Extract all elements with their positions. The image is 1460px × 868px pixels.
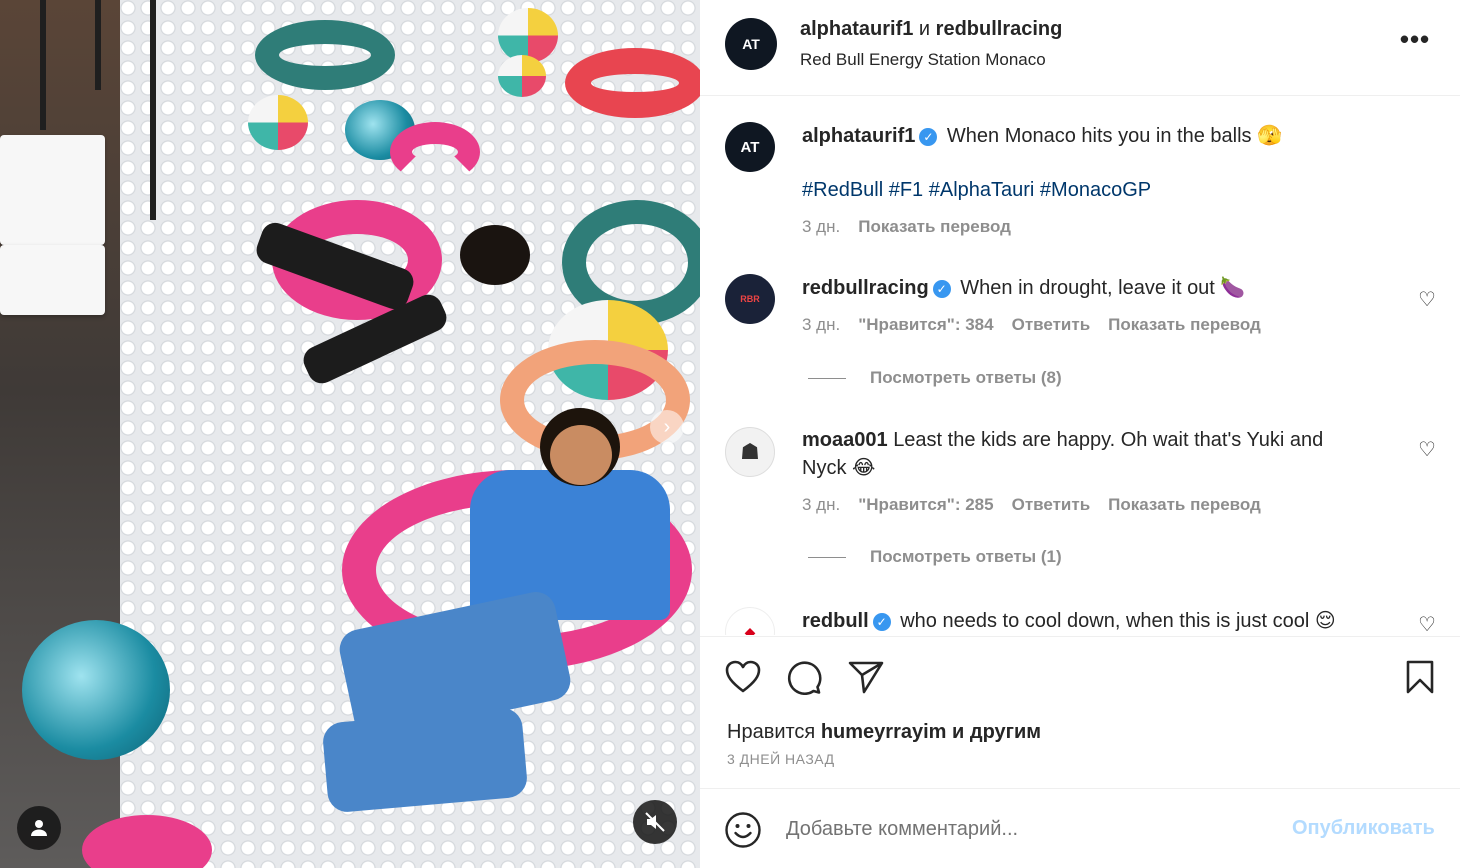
comment-likes[interactable]: "Нравится": 285	[858, 495, 993, 515]
comment-username[interactable]: redbull	[802, 610, 869, 632]
post-authors: alphataurif1 и redbullracing	[800, 18, 1062, 41]
coauthor-username[interactable]: redbullracing	[936, 18, 1063, 40]
user-avatar-icon: ☗	[740, 439, 760, 464]
comments-list[interactable]: AT alphataurif1 ✓ When Monaco hits you in…	[700, 97, 1460, 635]
comment-age[interactable]: 3 дн.	[802, 495, 840, 515]
comment-age[interactable]: 3 дн.	[802, 315, 840, 335]
glitter-ball	[22, 620, 170, 760]
bookmark-icon	[1406, 660, 1434, 694]
caption-username[interactable]: alphataurif1	[802, 125, 915, 147]
red-float-ring	[565, 48, 700, 118]
show-translation-link[interactable]: Показать перевод	[1108, 495, 1261, 515]
view-replies-button[interactable]: Посмотреть ответы (1)	[808, 547, 1062, 567]
authors-conjunction: и	[918, 18, 931, 40]
post-header: AT alphataurif1 и redbullracing Red Bull…	[700, 0, 1460, 96]
emoji-button[interactable]	[724, 811, 762, 849]
replies-divider	[808, 377, 846, 379]
teal-float-ring	[255, 20, 395, 90]
railing	[95, 0, 101, 90]
more-options-button[interactable]: •••	[1390, 24, 1440, 64]
deck-cushion	[0, 135, 105, 245]
likes-username[interactable]: humeyrrayim	[821, 721, 947, 743]
comment-icon	[787, 661, 822, 695]
verified-badge-icon: ✓	[919, 128, 938, 146]
comment-username[interactable]: redbullracing	[802, 277, 929, 299]
comment-text: moaa001 Least the kids are happy. Oh wai…	[802, 426, 1362, 482]
heart-icon[interactable]: ♡	[1418, 287, 1436, 312]
avatar[interactable]: RBR	[725, 274, 775, 324]
mute-button[interactable]	[633, 800, 677, 844]
heart-icon[interactable]: ♡	[1418, 612, 1436, 635]
likes-others-link[interactable]: и другим	[952, 721, 1041, 743]
heart-icon	[725, 660, 761, 693]
post-date[interactable]: 3 ДНЕЙ НАЗАД	[727, 751, 835, 767]
comment-text: redbull ✓ who needs to cool down, when th…	[802, 607, 1382, 635]
comment-meta: 3 дн. "Нравится": 384 Ответить Показать …	[802, 315, 1261, 335]
person-face	[550, 425, 612, 485]
verified-badge-icon: ✓	[932, 280, 951, 298]
alphatauri-logo: AT	[740, 138, 760, 156]
collab-avatar[interactable]: AT	[725, 18, 777, 70]
reply-button[interactable]: Ответить	[1012, 315, 1091, 335]
post-panel: AT alphataurif1 и redbullracing Red Bull…	[700, 0, 1460, 868]
comment-meta: 3 дн. "Нравится": 285 Ответить Показать …	[802, 495, 1261, 515]
redbull-logo: ◆	[744, 623, 756, 636]
location-link[interactable]: Red Bull Energy Station Monaco	[800, 50, 1046, 70]
caption-hashtags[interactable]: #RedBull #F1 #AlphaTauri #MonacoGP	[802, 179, 1151, 202]
post-media[interactable]: ›	[0, 0, 700, 868]
heart-icon[interactable]: ♡	[1418, 437, 1436, 462]
redbullracing-logo: RBR	[740, 294, 760, 304]
person-legs	[321, 706, 529, 814]
post-actions: Нравится humeyrrayim и другим 3 ДНЕЙ НАЗ…	[700, 636, 1460, 786]
person-tag-icon	[31, 820, 47, 836]
show-translation-link[interactable]: Показать перевод	[858, 217, 1011, 237]
chevron-right-icon: ›	[663, 415, 671, 438]
likes-prefix: Нравится	[727, 721, 816, 743]
comment-message: who needs to cool down, when this is jus…	[900, 610, 1336, 632]
comment-text: redbullracing ✓ When in drought, leave it…	[802, 274, 1382, 302]
muted-speaker-icon	[645, 812, 665, 832]
flamingo-neck	[390, 122, 480, 182]
comment-likes[interactable]: "Нравится": 384	[858, 315, 993, 335]
view-replies-label: Посмотреть ответы (8)	[870, 368, 1062, 387]
reply-button[interactable]: Ответить	[1012, 495, 1091, 515]
save-button[interactable]	[1400, 657, 1440, 697]
avatar[interactable]: ☗	[725, 427, 775, 477]
beach-ball	[498, 55, 546, 97]
tagged-users-button[interactable]	[17, 806, 61, 850]
likes-summary: Нравится humeyrrayim и другим	[727, 721, 1041, 744]
share-button[interactable]	[846, 657, 886, 697]
comment-input[interactable]	[786, 813, 1266, 845]
replies-divider	[808, 556, 846, 558]
view-replies-label: Посмотреть ответы (1)	[870, 547, 1062, 566]
caption-age[interactable]: 3 дн.	[802, 217, 840, 237]
caption-meta: 3 дн. Показать перевод	[802, 217, 1011, 237]
comment-username[interactable]: moaa001	[802, 429, 888, 451]
avatar[interactable]: ◆	[725, 607, 775, 635]
like-button[interactable]	[723, 657, 763, 697]
author-username[interactable]: alphataurif1	[800, 18, 913, 40]
comment-composer: Опубликовать	[700, 788, 1460, 868]
avatar[interactable]: AT	[725, 122, 775, 172]
verified-badge-icon: ✓	[872, 613, 891, 631]
show-translation-link[interactable]: Показать перевод	[1108, 315, 1261, 335]
person-head	[460, 225, 530, 285]
emoji-icon	[725, 812, 761, 848]
beach-ball	[248, 95, 308, 150]
railing	[40, 0, 46, 130]
caption-text: alphataurif1 ✓ When Monaco hits you in th…	[802, 122, 1382, 150]
publish-button[interactable]: Опубликовать	[1292, 817, 1435, 840]
person-shirt	[470, 470, 670, 620]
comment-message: When in drought, leave it out 🍆	[960, 277, 1246, 299]
next-slide-button[interactable]: ›	[650, 410, 684, 444]
caption-message: When Monaco hits you in the balls 🫣	[946, 125, 1282, 147]
comment-button[interactable]	[784, 657, 824, 697]
deck-cushion	[0, 245, 105, 315]
view-replies-button[interactable]: Посмотреть ответы (8)	[808, 368, 1062, 388]
railing	[150, 0, 156, 220]
send-icon	[848, 661, 884, 694]
alphatauri-logo: AT	[742, 36, 760, 52]
